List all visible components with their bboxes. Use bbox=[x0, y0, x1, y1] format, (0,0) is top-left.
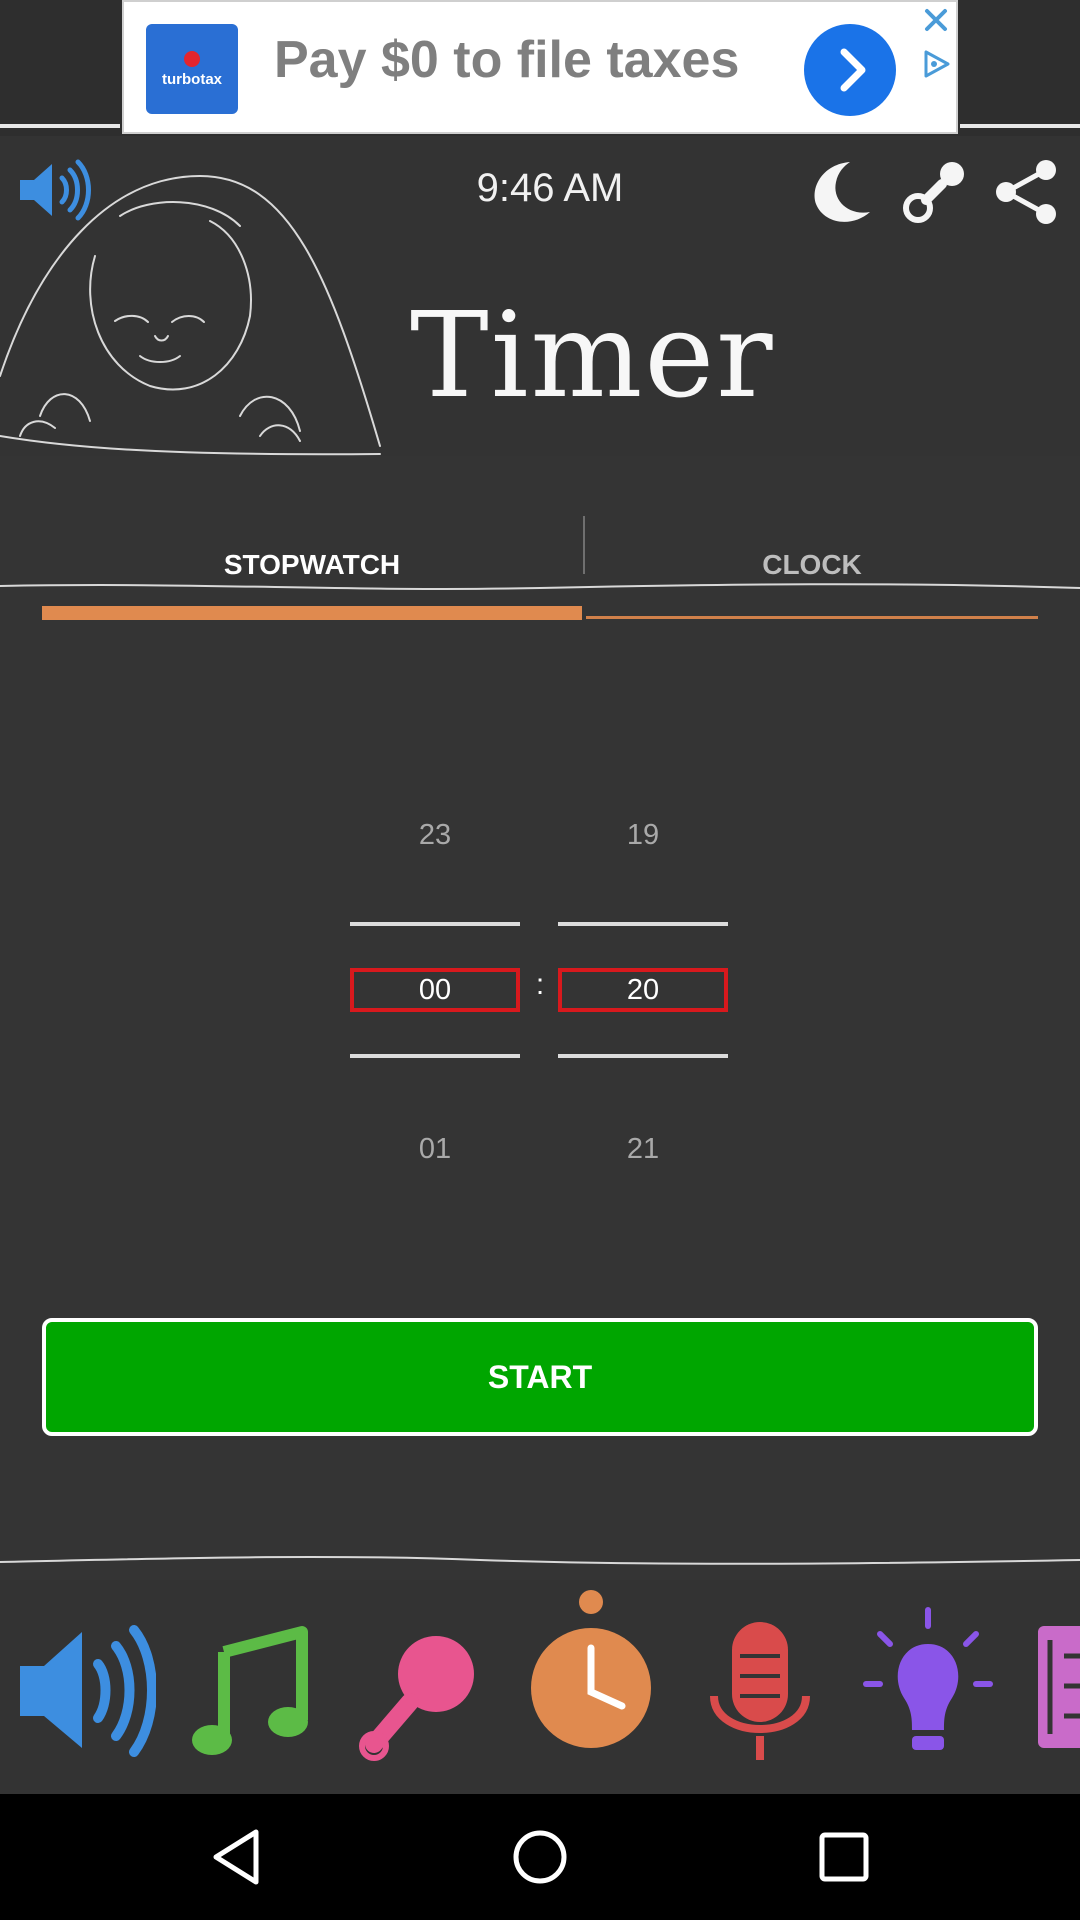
home-glyph bbox=[513, 1830, 567, 1884]
ad-brand-label: turbotax bbox=[162, 70, 222, 88]
adchoices-icon[interactable] bbox=[916, 46, 956, 82]
close-glyph bbox=[925, 9, 947, 31]
microphone-icon[interactable] bbox=[706, 1580, 816, 1790]
recents-icon[interactable] bbox=[804, 1822, 884, 1892]
adchoices-glyph bbox=[924, 50, 950, 78]
minutes-value[interactable]: 20 bbox=[558, 968, 728, 1012]
speaker-glyph bbox=[20, 1625, 157, 1757]
ad-strip-right-line bbox=[960, 124, 1080, 128]
start-button[interactable]: START bbox=[42, 1318, 1038, 1436]
ad-banner[interactable]: turbotax Pay $0 to file taxes bbox=[122, 0, 958, 134]
minutes-previous[interactable]: 19 bbox=[558, 800, 728, 870]
ad-strip-left-line bbox=[0, 124, 120, 128]
timer-glyph bbox=[531, 1590, 651, 1748]
hours-selection-line-bottom bbox=[350, 1054, 520, 1058]
tab-clock[interactable]: CLOCK bbox=[586, 510, 1038, 620]
timer-icon[interactable] bbox=[526, 1580, 656, 1790]
tab-bar: STOPWATCH CLOCK bbox=[42, 510, 1038, 620]
turbotax-check-mark bbox=[184, 50, 200, 67]
tab-stopwatch[interactable]: STOPWATCH bbox=[42, 510, 582, 620]
moon-icon[interactable] bbox=[804, 156, 876, 228]
ad-headline[interactable]: Pay $0 to file taxes bbox=[274, 30, 739, 90]
book-glyph bbox=[1038, 1626, 1080, 1748]
share-glyph bbox=[996, 160, 1056, 224]
bottom-toolbar bbox=[0, 1580, 1080, 1790]
toolbar-divider bbox=[0, 1555, 1080, 1565]
arrow-right-glyph bbox=[840, 48, 866, 92]
tab-divider bbox=[583, 516, 585, 574]
navigation-bar bbox=[0, 1794, 1080, 1920]
lightbulb-icon[interactable] bbox=[860, 1580, 996, 1790]
pacifier-icon[interactable] bbox=[898, 156, 970, 228]
pacifier-glyph bbox=[903, 162, 964, 223]
back-icon[interactable] bbox=[198, 1822, 278, 1892]
tab-indicator-inactive bbox=[586, 616, 1038, 619]
moon-glyph bbox=[814, 162, 870, 222]
arrow-right-icon[interactable] bbox=[804, 24, 896, 116]
page-title: Timer bbox=[410, 286, 775, 424]
close-icon[interactable] bbox=[916, 2, 956, 40]
volume-glyph bbox=[20, 159, 91, 221]
hours-next[interactable]: 01 bbox=[350, 1114, 520, 1184]
header: 9:46 AM Timer bbox=[0, 136, 1080, 590]
hours-selection-line-top bbox=[350, 922, 520, 926]
hours-previous[interactable]: 23 bbox=[350, 800, 520, 870]
current-time: 9:46 AM bbox=[476, 166, 624, 210]
minutes-selection-line-bottom bbox=[558, 1054, 728, 1058]
home-icon[interactable] bbox=[500, 1822, 580, 1892]
music-note-icon[interactable] bbox=[190, 1580, 310, 1790]
turbotax-logo: turbotax bbox=[146, 24, 238, 114]
tab-indicator-active bbox=[42, 606, 582, 620]
speaker-icon[interactable] bbox=[16, 1580, 157, 1790]
volume-icon[interactable] bbox=[16, 158, 92, 222]
share-icon[interactable] bbox=[990, 156, 1062, 228]
rattle-glyph bbox=[359, 1636, 474, 1761]
back-glyph bbox=[213, 1829, 259, 1885]
microphone-glyph bbox=[710, 1622, 810, 1760]
recents-glyph bbox=[819, 1832, 869, 1882]
rattle-icon[interactable] bbox=[356, 1580, 482, 1790]
time-separator: : bbox=[535, 968, 545, 1001]
book-icon[interactable] bbox=[1034, 1580, 1080, 1790]
minutes-next[interactable]: 21 bbox=[558, 1114, 728, 1184]
lightbulb-glyph bbox=[863, 1607, 993, 1750]
music-note-glyph bbox=[192, 1626, 308, 1755]
hours-value[interactable]: 00 bbox=[350, 968, 520, 1012]
minutes-selection-line-top bbox=[558, 922, 728, 926]
